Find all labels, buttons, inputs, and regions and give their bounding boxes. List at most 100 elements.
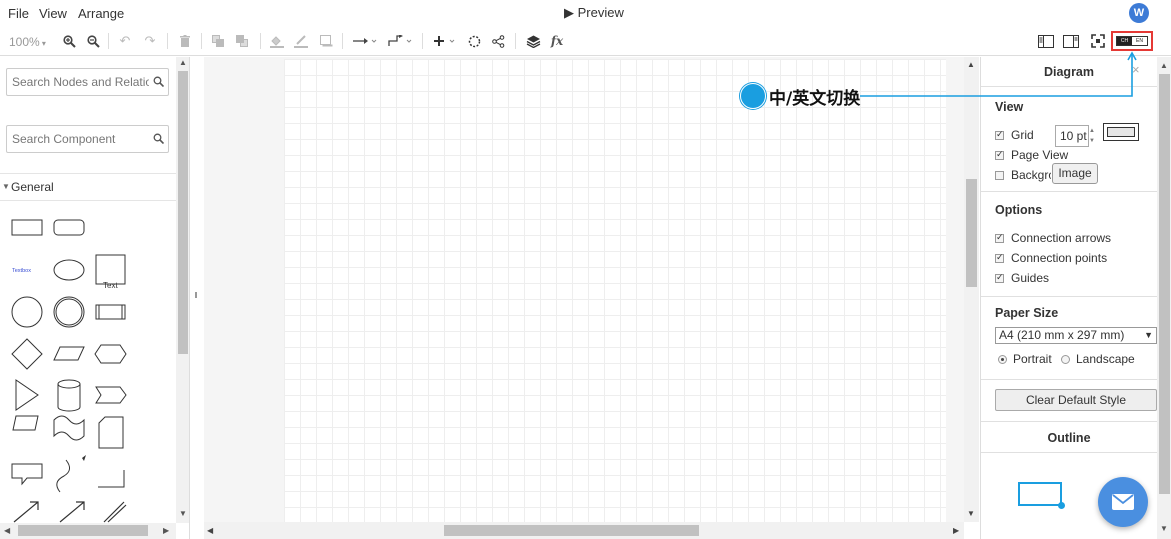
feedback-button[interactable] bbox=[1098, 477, 1148, 527]
scroll-right-icon[interactable]: ▶ bbox=[163, 526, 169, 535]
sidebar-scroll-thumb[interactable] bbox=[178, 71, 188, 354]
preview-button[interactable]: ▶ Preview bbox=[564, 5, 624, 21]
menu-file[interactable]: File bbox=[8, 6, 29, 21]
shape-textbox[interactable]: Textbox bbox=[12, 268, 31, 274]
background-checkbox[interactable] bbox=[995, 170, 1004, 180]
page-view-checkbox[interactable] bbox=[995, 149, 1004, 160]
zoom-out-icon[interactable] bbox=[86, 32, 100, 50]
outline-resize-handle[interactable] bbox=[1058, 502, 1065, 509]
format-panel-left-icon[interactable] bbox=[1037, 32, 1055, 50]
insert-plus-icon[interactable] bbox=[432, 32, 458, 50]
scroll-up-icon[interactable]: ▲ bbox=[179, 58, 187, 67]
line-color-icon[interactable] bbox=[293, 32, 309, 50]
shape-arrow-1[interactable] bbox=[13, 501, 39, 523]
shape-process[interactable] bbox=[95, 304, 126, 320]
landscape-radio[interactable] bbox=[1061, 354, 1070, 364]
undo-icon[interactable]: ↶ bbox=[118, 32, 132, 50]
connection-points-checkbox[interactable] bbox=[995, 252, 1004, 263]
menu-view[interactable]: View bbox=[39, 6, 67, 21]
shape-corner-line[interactable] bbox=[98, 470, 125, 488]
delete-icon[interactable] bbox=[178, 32, 192, 50]
shape-square[interactable] bbox=[95, 254, 126, 285]
zoom-in-icon[interactable] bbox=[62, 32, 76, 50]
search-nodes-input[interactable] bbox=[7, 69, 149, 95]
general-palette-header[interactable]: ▼ General bbox=[0, 173, 176, 201]
shape-rectangle[interactable] bbox=[11, 219, 43, 236]
user-avatar[interactable]: W bbox=[1129, 3, 1149, 23]
sidebar-scrollbar[interactable]: ▲ ▼ bbox=[176, 57, 189, 523]
to-front-icon[interactable] bbox=[211, 32, 225, 50]
lasso-icon[interactable] bbox=[466, 32, 482, 50]
shape-link[interactable] bbox=[103, 501, 127, 523]
search-component-input[interactable] bbox=[7, 126, 149, 152]
background-checkbox-row[interactable]: Background bbox=[995, 168, 1051, 182]
shape-triangle[interactable] bbox=[15, 379, 39, 411]
format-panel-right-icon[interactable] bbox=[1062, 32, 1080, 50]
shape-ellipse[interactable] bbox=[53, 259, 85, 281]
canvas-vscroll-thumb[interactable] bbox=[966, 179, 977, 287]
search-icon[interactable] bbox=[153, 76, 165, 90]
shape-rounded-rectangle[interactable] bbox=[53, 219, 85, 236]
connection-style-icon[interactable] bbox=[352, 32, 378, 50]
scroll-down-icon[interactable]: ▼ bbox=[1160, 524, 1168, 533]
shape-trapezoid[interactable] bbox=[12, 415, 39, 431]
connection-arrows-checkbox[interactable] bbox=[995, 232, 1004, 243]
search-icon[interactable] bbox=[153, 133, 165, 147]
share-graph-icon[interactable] bbox=[490, 32, 506, 50]
grid-size-input[interactable]: 10 pt bbox=[1055, 125, 1089, 147]
portrait-radio[interactable] bbox=[998, 354, 1007, 364]
shape-callout[interactable] bbox=[11, 463, 43, 486]
page-view-checkbox-row[interactable]: Page View bbox=[995, 148, 1068, 162]
outline-viewport[interactable] bbox=[1018, 482, 1062, 506]
canvas-vscrollbar[interactable]: ▲ ▼ bbox=[964, 57, 979, 522]
landscape-radio-row[interactable]: Landscape bbox=[1061, 352, 1135, 366]
sidebar-splitter[interactable] bbox=[190, 57, 204, 539]
connection-points-row[interactable]: Connection points bbox=[995, 251, 1107, 265]
shape-diamond[interactable] bbox=[11, 338, 43, 370]
layers-icon[interactable] bbox=[524, 32, 542, 50]
shape-tape[interactable] bbox=[53, 415, 85, 441]
grid-size-stepper-icon[interactable]: ▲ ▼ bbox=[1089, 126, 1095, 146]
canvas-hscrollbar[interactable]: ◀ ▶ bbox=[204, 522, 964, 539]
shape-text[interactable]: Text bbox=[103, 281, 118, 290]
diagram-canvas[interactable] bbox=[204, 57, 964, 522]
sidebar-hscroll-thumb[interactable] bbox=[18, 525, 148, 536]
redo-icon[interactable]: ↷ bbox=[143, 32, 157, 50]
background-image-button[interactable]: Image bbox=[1052, 163, 1098, 184]
scroll-right-icon[interactable]: ▶ bbox=[953, 526, 959, 535]
menu-arrange[interactable]: Arrange bbox=[78, 6, 124, 21]
scroll-left-icon[interactable]: ◀ bbox=[207, 526, 213, 535]
guides-checkbox[interactable] bbox=[995, 272, 1004, 283]
shape-card[interactable] bbox=[98, 416, 124, 449]
clear-default-style-button[interactable]: Clear Default Style bbox=[995, 389, 1157, 411]
shape-hexagon[interactable] bbox=[94, 344, 127, 364]
sidebar-hscrollbar[interactable]: ◀ ▶ bbox=[0, 523, 176, 539]
waypoints-icon[interactable] bbox=[387, 32, 413, 50]
shape-arrow-2[interactable] bbox=[59, 501, 85, 523]
scroll-up-icon[interactable]: ▲ bbox=[1160, 61, 1168, 70]
shape-circle[interactable] bbox=[11, 296, 43, 328]
format-panel-scroll-thumb[interactable] bbox=[1159, 74, 1170, 494]
grid-checkbox-row[interactable]: Grid bbox=[995, 128, 1034, 142]
shape-parallelogram[interactable] bbox=[53, 346, 85, 361]
guides-row[interactable]: Guides bbox=[995, 271, 1049, 285]
shadow-icon[interactable] bbox=[318, 32, 334, 50]
scroll-left-icon[interactable]: ◀ bbox=[4, 526, 10, 535]
zoom-select[interactable]: 100% ▾ bbox=[9, 35, 46, 49]
fill-color-icon[interactable] bbox=[269, 32, 285, 50]
splitter-grip-icon[interactable] bbox=[195, 292, 197, 298]
shape-curve[interactable] bbox=[56, 459, 70, 493]
language-toggle-button[interactable]: CH EN bbox=[1111, 31, 1153, 51]
grid-color-button[interactable] bbox=[1103, 123, 1139, 141]
connection-arrows-row[interactable]: Connection arrows bbox=[995, 231, 1111, 245]
fullscreen-icon[interactable] bbox=[1089, 32, 1107, 50]
paper-size-select[interactable]: A4 (210 mm x 297 mm) ▼ bbox=[995, 327, 1157, 344]
to-back-icon[interactable] bbox=[235, 32, 249, 50]
format-panel-scrollbar[interactable]: ▲ ▼ bbox=[1157, 57, 1171, 539]
grid-checkbox[interactable] bbox=[995, 129, 1004, 140]
formula-icon[interactable]: fx bbox=[548, 32, 566, 50]
scroll-down-icon[interactable]: ▼ bbox=[967, 509, 975, 518]
shape-step[interactable] bbox=[95, 386, 127, 404]
diagram-page[interactable] bbox=[284, 59, 946, 522]
scroll-down-icon[interactable]: ▼ bbox=[179, 509, 187, 518]
